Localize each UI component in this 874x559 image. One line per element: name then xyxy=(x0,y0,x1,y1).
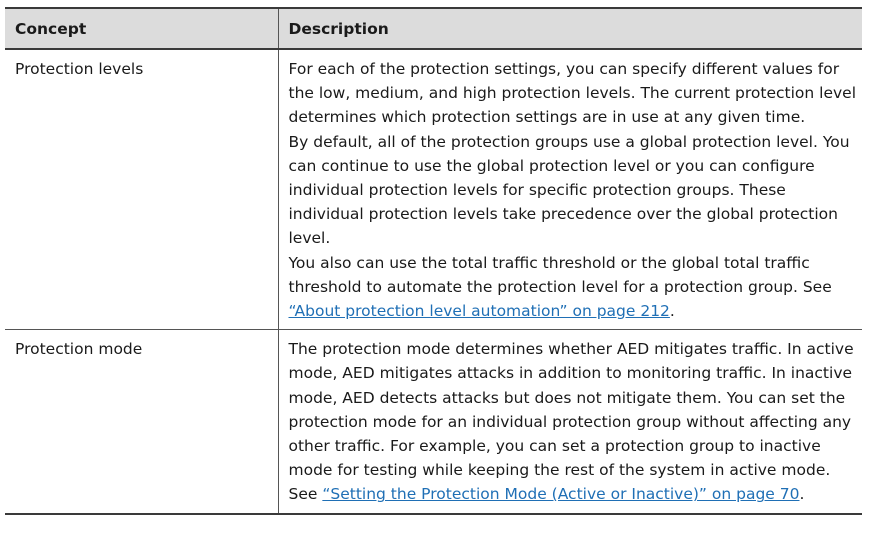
table-header-row: Concept Description xyxy=(5,8,862,50)
paragraph-text: You also can use the total traffic thres… xyxy=(288,253,832,296)
description-cell: For each of the protection settings, you… xyxy=(277,49,862,330)
concept-cell: Protection levels xyxy=(15,60,144,78)
table-row-protection-levels: Protection levels For each of the protec… xyxy=(5,49,862,330)
paragraph-end-punctuation: . xyxy=(669,302,675,321)
description-paragraph: By default, all of the protection groups… xyxy=(288,132,850,248)
paragraph-text: The protection mode determines whether A… xyxy=(288,340,854,504)
concept-cell: Protection mode xyxy=(5,329,278,514)
concept-table: Concept Description Protection levels Fo… xyxy=(5,7,862,515)
paragraph-end-punctuation: . xyxy=(799,485,805,504)
about-protection-level-automation-link[interactable]: “About protection level automation” on p… xyxy=(289,302,670,320)
description-paragraph-with-link: The protection mode determines whether A… xyxy=(289,337,857,506)
description-column-header: Description xyxy=(277,8,862,50)
concept-column-header: Concept xyxy=(5,8,278,50)
description-paragraph-with-link: You also can use the total traffic thres… xyxy=(289,251,857,324)
table-row-protection-mode: Protection mode The protection mode dete… xyxy=(5,329,862,514)
description-paragraph: For each of the protection settings, you… xyxy=(288,60,857,127)
setting-protection-mode-link[interactable]: “Setting the Protection Mode (Active or … xyxy=(322,485,799,503)
description-cell: The protection mode determines whether A… xyxy=(277,329,862,514)
